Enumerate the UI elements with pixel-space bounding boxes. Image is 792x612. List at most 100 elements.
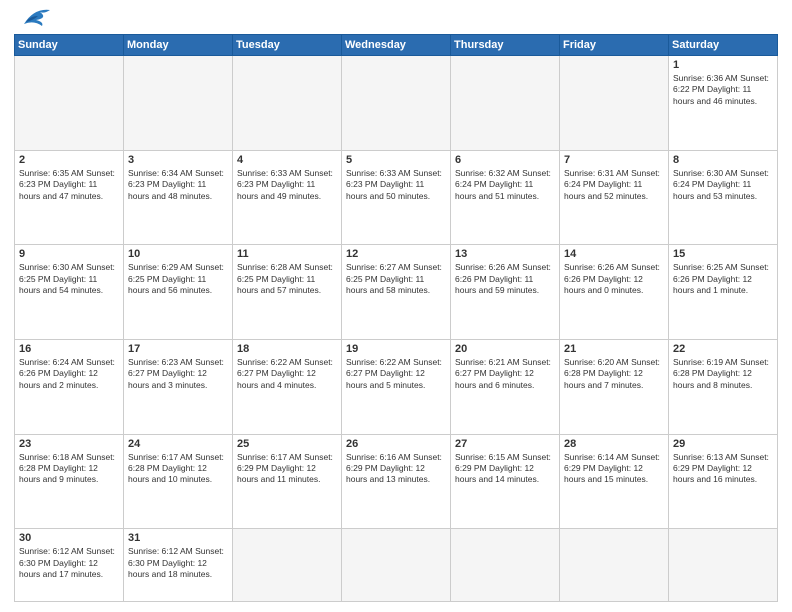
calendar-cell: 12Sunrise: 6:27 AM Sunset: 6:25 PM Dayli… bbox=[342, 245, 451, 340]
calendar-cell: 28Sunrise: 6:14 AM Sunset: 6:29 PM Dayli… bbox=[560, 434, 669, 529]
col-tuesday: Tuesday bbox=[233, 35, 342, 56]
cell-info: Sunrise: 6:17 AM Sunset: 6:29 PM Dayligh… bbox=[237, 452, 337, 486]
day-number: 7 bbox=[564, 154, 664, 166]
cell-info: Sunrise: 6:23 AM Sunset: 6:27 PM Dayligh… bbox=[128, 357, 228, 391]
calendar-cell: 7 Sunrise: 6:31 AM Sunset: 6:24 PM Daylig… bbox=[560, 150, 669, 245]
calendar-cell: 29Sunrise: 6:13 AM Sunset: 6:29 PM Dayli… bbox=[669, 434, 778, 529]
calendar-cell: 24 Sunrise: 6:17 AM Sunset: 6:28 PM Dayli… bbox=[124, 434, 233, 529]
calendar-cell: 14Sunrise: 6:26 AM Sunset: 6:26 PM Dayli… bbox=[560, 245, 669, 340]
page: Sunday Monday Tuesday Wednesday Thursday… bbox=[0, 0, 792, 612]
cell-info: Sunrise: 6:15 AM Sunset: 6:29 PM Dayligh… bbox=[455, 452, 555, 486]
day-number: 16 bbox=[19, 343, 119, 355]
calendar-cell: 23Sunrise: 6:18 AM Sunset: 6:28 PM Dayli… bbox=[15, 434, 124, 529]
day-number: 8 bbox=[673, 154, 773, 166]
calendar-cell bbox=[451, 56, 560, 151]
calendar-cell: 31Sunrise: 6:12 AM Sunset: 6:30 PM Dayli… bbox=[124, 529, 233, 602]
calendar-cell: 20 Sunrise: 6:21 AM Sunset: 6:27 PM Dayli… bbox=[451, 339, 560, 434]
day-number: 12 bbox=[346, 248, 446, 260]
calendar-cell bbox=[560, 529, 669, 602]
calendar-cell bbox=[15, 56, 124, 151]
cell-info: Sunrise: 6:33 AM Sunset: 6:23 PM Dayligh… bbox=[237, 168, 337, 202]
col-saturday: Saturday bbox=[669, 35, 778, 56]
col-wednesday: Wednesday bbox=[342, 35, 451, 56]
cell-info: Sunrise: 6:16 AM Sunset: 6:29 PM Dayligh… bbox=[346, 452, 446, 486]
day-number: 18 bbox=[237, 343, 337, 355]
calendar-cell: 9Sunrise: 6:30 AM Sunset: 6:25 PM Daylig… bbox=[15, 245, 124, 340]
day-number: 3 bbox=[128, 154, 228, 166]
cell-info: Sunrise: 6:19 AM Sunset: 6:28 PM Dayligh… bbox=[673, 357, 773, 391]
calendar-table: Sunday Monday Tuesday Wednesday Thursday… bbox=[14, 34, 778, 602]
calendar-cell: 16 Sunrise: 6:24 AM Sunset: 6:26 PM Dayli… bbox=[15, 339, 124, 434]
calendar-cell bbox=[233, 529, 342, 602]
cell-info: Sunrise: 6:20 AM Sunset: 6:28 PM Dayligh… bbox=[564, 357, 664, 391]
calendar-cell: 19 Sunrise: 6:22 AM Sunset: 6:27 PM Dayli… bbox=[342, 339, 451, 434]
calendar-cell bbox=[451, 529, 560, 602]
logo-icon bbox=[16, 6, 54, 28]
cell-info: Sunrise: 6:29 AM Sunset: 6:25 PM Dayligh… bbox=[128, 262, 228, 296]
day-number: 26 bbox=[346, 438, 446, 450]
calendar-cell: 8 Sunrise: 6:30 AM Sunset: 6:24 PM Daylig… bbox=[669, 150, 778, 245]
day-number: 5 bbox=[346, 154, 446, 166]
cell-info: Sunrise: 6:32 AM Sunset: 6:24 PM Dayligh… bbox=[455, 168, 555, 202]
logo bbox=[14, 10, 54, 28]
calendar-cell: 22 Sunrise: 6:19 AM Sunset: 6:28 PM Dayli… bbox=[669, 339, 778, 434]
calendar-cell: 11 Sunrise: 6:28 AM Sunset: 6:25 PM Dayli… bbox=[233, 245, 342, 340]
day-number: 4 bbox=[237, 154, 337, 166]
cell-info: Sunrise: 6:26 AM Sunset: 6:26 PM Dayligh… bbox=[564, 262, 664, 296]
calendar-cell bbox=[342, 56, 451, 151]
cell-info: Sunrise: 6:21 AM Sunset: 6:27 PM Dayligh… bbox=[455, 357, 555, 391]
cell-info: Sunrise: 6:36 AM Sunset: 6:22 PM Dayligh… bbox=[673, 73, 773, 107]
cell-info: Sunrise: 6:12 AM Sunset: 6:30 PM Dayligh… bbox=[19, 546, 119, 580]
cell-info: Sunrise: 6:28 AM Sunset: 6:25 PM Dayligh… bbox=[237, 262, 337, 296]
cell-info: Sunrise: 6:24 AM Sunset: 6:26 PM Dayligh… bbox=[19, 357, 119, 391]
calendar-cell: 26 Sunrise: 6:16 AM Sunset: 6:29 PM Dayli… bbox=[342, 434, 451, 529]
day-number: 29 bbox=[673, 438, 773, 450]
col-thursday: Thursday bbox=[451, 35, 560, 56]
calendar-cell: 2Sunrise: 6:35 AM Sunset: 6:23 PM Daylig… bbox=[15, 150, 124, 245]
calendar-cell: 6 Sunrise: 6:32 AM Sunset: 6:24 PM Daylig… bbox=[451, 150, 560, 245]
cell-info: Sunrise: 6:26 AM Sunset: 6:26 PM Dayligh… bbox=[455, 262, 555, 296]
day-number: 24 bbox=[128, 438, 228, 450]
cell-info: Sunrise: 6:17 AM Sunset: 6:28 PM Dayligh… bbox=[128, 452, 228, 486]
cell-info: Sunrise: 6:18 AM Sunset: 6:28 PM Dayligh… bbox=[19, 452, 119, 486]
day-number: 21 bbox=[564, 343, 664, 355]
calendar-cell: 30 Sunrise: 6:12 AM Sunset: 6:30 PM Dayli… bbox=[15, 529, 124, 602]
day-number: 25 bbox=[237, 438, 337, 450]
day-number: 31 bbox=[128, 532, 228, 544]
col-friday: Friday bbox=[560, 35, 669, 56]
day-number: 1 bbox=[673, 59, 773, 71]
calendar-cell bbox=[342, 529, 451, 602]
col-monday: Monday bbox=[124, 35, 233, 56]
calendar-cell bbox=[233, 56, 342, 151]
cell-info: Sunrise: 6:22 AM Sunset: 6:27 PM Dayligh… bbox=[346, 357, 446, 391]
day-number: 20 bbox=[455, 343, 555, 355]
cell-info: Sunrise: 6:14 AM Sunset: 6:29 PM Dayligh… bbox=[564, 452, 664, 486]
day-number: 19 bbox=[346, 343, 446, 355]
day-number: 2 bbox=[19, 154, 119, 166]
day-number: 10 bbox=[128, 248, 228, 260]
calendar-cell bbox=[560, 56, 669, 151]
cell-info: Sunrise: 6:30 AM Sunset: 6:24 PM Dayligh… bbox=[673, 168, 773, 202]
header bbox=[14, 10, 778, 28]
calendar-cell bbox=[124, 56, 233, 151]
calendar-cell bbox=[669, 529, 778, 602]
day-number: 15 bbox=[673, 248, 773, 260]
cell-info: Sunrise: 6:34 AM Sunset: 6:23 PM Dayligh… bbox=[128, 168, 228, 202]
day-number: 27 bbox=[455, 438, 555, 450]
day-number: 6 bbox=[455, 154, 555, 166]
day-number: 17 bbox=[128, 343, 228, 355]
day-number: 9 bbox=[19, 248, 119, 260]
day-number: 11 bbox=[237, 248, 337, 260]
calendar-header-row: Sunday Monday Tuesday Wednesday Thursday… bbox=[15, 35, 778, 56]
calendar-cell: 13 Sunrise: 6:26 AM Sunset: 6:26 PM Dayli… bbox=[451, 245, 560, 340]
calendar-cell: 17 Sunrise: 6:23 AM Sunset: 6:27 PM Dayli… bbox=[124, 339, 233, 434]
calendar-cell: 25 Sunrise: 6:17 AM Sunset: 6:29 PM Dayli… bbox=[233, 434, 342, 529]
cell-info: Sunrise: 6:31 AM Sunset: 6:24 PM Dayligh… bbox=[564, 168, 664, 202]
day-number: 22 bbox=[673, 343, 773, 355]
day-number: 13 bbox=[455, 248, 555, 260]
calendar-cell: 21 Sunrise: 6:20 AM Sunset: 6:28 PM Dayli… bbox=[560, 339, 669, 434]
cell-info: Sunrise: 6:25 AM Sunset: 6:26 PM Dayligh… bbox=[673, 262, 773, 296]
day-number: 30 bbox=[19, 532, 119, 544]
cell-info: Sunrise: 6:33 AM Sunset: 6:23 PM Dayligh… bbox=[346, 168, 446, 202]
calendar-cell: 5 Sunrise: 6:33 AM Sunset: 6:23 PM Daylig… bbox=[342, 150, 451, 245]
